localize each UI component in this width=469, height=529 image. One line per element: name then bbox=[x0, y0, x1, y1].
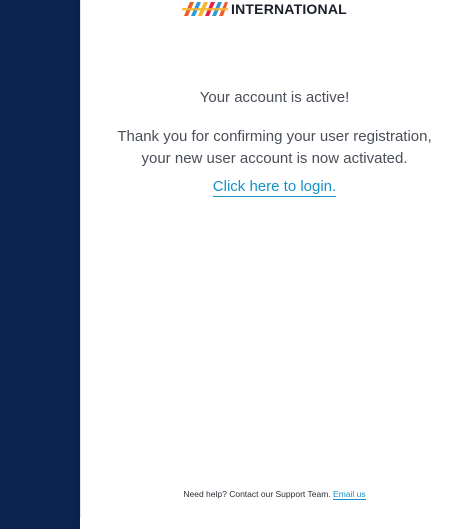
card-bottom-gap bbox=[80, 518, 469, 529]
left-sidebar-panel bbox=[0, 0, 80, 529]
brand-name: INTERNATIONAL bbox=[231, 1, 347, 17]
email-us-link[interactable]: Email us bbox=[333, 489, 366, 500]
help-footer: Need help? Contact our Support Team. Ema… bbox=[80, 489, 469, 500]
confirmation-card bbox=[80, 0, 469, 518]
confirmation-content: Your account is active! Thank you for co… bbox=[80, 88, 469, 197]
help-text: Need help? Contact our Support Team. bbox=[183, 489, 331, 499]
logo-stripes-icon bbox=[182, 2, 228, 16]
confirmation-message: Thank you for confirming your user regis… bbox=[117, 128, 432, 167]
brand-logo: INTERNATIONAL bbox=[182, 0, 347, 18]
account-status-heading: Your account is active! bbox=[199, 89, 350, 106]
login-link[interactable]: Click here to login. bbox=[212, 178, 337, 197]
